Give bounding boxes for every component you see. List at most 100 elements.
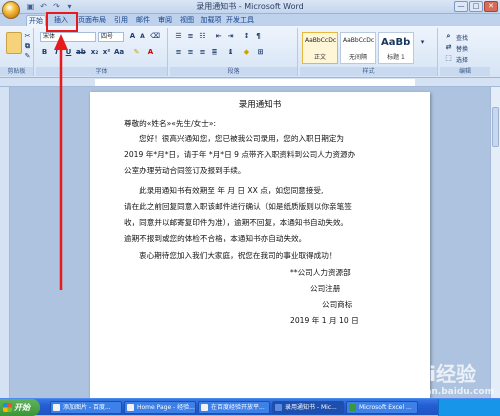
excel-icon [349,404,356,411]
justify-icon[interactable]: ≣ [210,48,219,57]
select-icon[interactable]: ⬚ [444,54,453,63]
replace-icon[interactable]: ⇄ [444,43,453,52]
taskbar-item-active[interactable]: 录用通知书 - Mic... [272,401,344,414]
vertical-ruler[interactable] [0,87,10,398]
highlight-color-icon[interactable]: ✎ [132,48,141,57]
close-button[interactable]: ✕ [484,1,498,12]
horizontal-ruler[interactable] [0,78,500,87]
font-name-box[interactable]: 宋体 [40,32,96,42]
doc-line-2: 2019 年*月*日，请于年 *月*日 9 点带齐入职资料到公司人力资源办 [124,149,355,160]
doc-signature-date: 2019 年 1 月 10 日 [290,315,359,326]
vertical-scrollbar[interactable] [490,87,500,398]
tab-mailings[interactable]: 邮件 [134,15,152,26]
paragraph-group: ☰ ≡ ☷ ⇤ ⇥ ↕ ¶ ≡ ≡ ≡ ≣ ↨ ◆ ⊞ 段落 [170,28,298,76]
scrollbar-thumb[interactable] [492,107,499,147]
clipboard-group-label: 剪贴板 [0,67,33,76]
styles-more-icon[interactable]: ▾ [418,38,427,47]
show-marks-icon[interactable]: ¶ [254,32,263,41]
sort-icon[interactable]: ↕ [242,32,251,41]
doc-line-5: 请在此之前回复同意入职该邮件进行确认（如是纸质版则以你亲笔签 [124,201,352,212]
underline-button[interactable]: U [64,48,73,57]
strikethrough-button[interactable]: ab [76,48,85,57]
document-page[interactable]: 录用通知书 尊敬的«姓名»«先生/女士»: 您好！很高兴通知您，您已被我公司录用… [90,92,430,398]
multilevel-list-icon[interactable]: ☷ [198,32,207,41]
minimize-button[interactable]: — [454,1,468,12]
watermark-url: jingyan.baidu.com [400,387,494,397]
doc-line-1: 您好！很高兴通知您，您已被我公司录用，您的入职日期定为 [139,133,344,144]
align-right-icon[interactable]: ≡ [198,48,207,57]
change-case-button[interactable]: Aa [114,48,123,57]
tab-developer[interactable]: 开发工具 [226,15,254,26]
replace-label[interactable]: 替换 [456,44,468,53]
doc-line-6: 收，同意并以邮寄复印件为准），逾期不回复，本通知书自动失效。 [124,217,348,228]
window-icon [201,404,208,411]
font-size-box[interactable]: 四号 [98,32,124,42]
taskbar-item-label: Microsoft Excel ... [359,404,412,411]
shading-icon[interactable]: ◆ [242,48,251,57]
style-sample: AaBbCcDc [343,37,374,44]
style-name: 无间隔 [341,52,375,61]
system-tray[interactable] [438,399,500,416]
ruler-margin-area [95,79,415,86]
style-heading-1[interactable]: AaBb 标题 1 [378,32,414,64]
tab-references[interactable]: 引用 [112,15,130,26]
style-no-spacing[interactable]: AaBbCcDc 无间隔 [340,32,376,64]
bold-button[interactable]: B [40,48,49,57]
paste-button[interactable] [6,32,22,54]
tab-review[interactable]: 审阅 [156,15,174,26]
borders-icon[interactable]: ⊞ [256,48,265,57]
format-painter-icon[interactable]: ✎ [23,52,32,61]
taskbar-item[interactable]: 添加图片 - 百度... [50,401,122,414]
taskbar-item[interactable]: Microsoft Excel ... [346,401,418,414]
ribbon: ✂ ⧉ ✎ 剪贴板 宋体 四号 A A ⌫ B I U ab x₂ x² Aa … [0,26,500,78]
styles-group-label: 样式 [300,67,437,76]
shrink-font-icon[interactable]: A [138,32,147,41]
style-sample: AaBbCcDc [305,37,336,44]
subscript-button[interactable]: x₂ [90,48,99,57]
doc-line-8: 衷心期待您加入我们大家庭，祝您在我司的事业取得成功！ [139,250,336,261]
taskbar-item-label: Home Page - 经验... [137,404,195,411]
italic-button[interactable]: I [52,48,61,57]
doc-line-4: 此录用通知书有效期至 年 月 日 XX 点，如您同意接受, [139,185,323,196]
taskbar-item[interactable]: Home Page - 经验... [124,401,196,414]
start-button[interactable]: 开始 [0,399,40,416]
taskbar-item-label: 在百度经验开放平... [211,404,265,411]
taskbar-item-label: 添加图片 - 百度... [63,404,111,411]
windows-logo-icon [3,403,12,412]
copy-icon[interactable]: ⧉ [23,42,32,51]
window-controls: — □ ✕ [454,1,498,12]
tab-view[interactable]: 视图 [178,15,196,26]
doc-signature-dept: **公司人力资源部 [290,267,351,278]
line-spacing-icon[interactable]: ↨ [226,48,235,57]
document-body[interactable]: 录用通知书 尊敬的«姓名»«先生/女士»: 您好！很高兴通知您，您已被我公司录用… [90,92,430,398]
align-left-icon[interactable]: ≡ [174,48,183,57]
font-color-icon[interactable]: A [146,48,155,57]
find-label[interactable]: 查找 [456,33,468,42]
superscript-button[interactable]: x² [102,48,111,57]
doc-line-3: 公室办理劳动合同签订及报到手续。 [124,165,246,176]
window-icon [53,404,60,411]
office-button[interactable] [2,1,20,19]
editing-group-label: 编辑 [440,67,490,76]
numbering-icon[interactable]: ≡ [186,32,195,41]
taskbar-item-label: 录用通知书 - Mic... [285,404,337,411]
grow-font-icon[interactable]: A [128,32,137,41]
clear-format-icon[interactable]: ⌫ [150,32,159,41]
cut-icon[interactable]: ✂ [23,32,32,41]
decrease-indent-icon[interactable]: ⇤ [214,32,223,41]
windows-taskbar: 开始 添加图片 - 百度... Home Page - 经验... 在百度经验开… [0,398,500,415]
maximize-button[interactable]: □ [469,1,483,12]
find-icon[interactable]: ⌕ [444,32,453,41]
tab-page-layout[interactable]: 页面布局 [76,15,108,26]
tab-home[interactable]: 开始 [26,15,46,26]
taskbar-item[interactable]: 在百度经验开放平... [198,401,270,414]
bullets-icon[interactable]: ☰ [174,32,183,41]
style-normal[interactable]: AaBbCcDc 正文 [302,32,338,64]
editing-group: ⌕ 查找 ⇄ 替换 ⬚ 选择 编辑 [440,28,490,76]
align-center-icon[interactable]: ≡ [186,48,195,57]
increase-indent-icon[interactable]: ⇥ [226,32,235,41]
tab-addins[interactable]: 加载项 [200,15,222,26]
select-label[interactable]: 选择 [456,55,468,64]
watermark-text: Bai经验 [400,362,476,386]
doc-line-salutation: 尊敬的«姓名»«先生/女士»: [124,118,216,129]
